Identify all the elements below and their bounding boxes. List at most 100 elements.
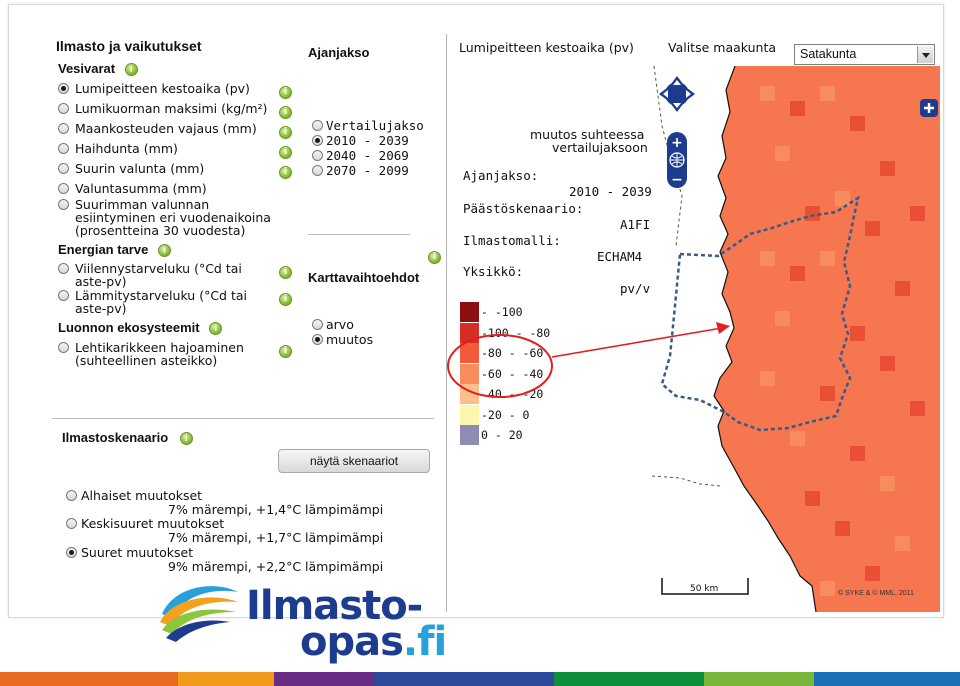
legend-label: -60 - -40 <box>481 366 544 381</box>
scenario-option-medium[interactable]: Keskisuuret muutokset <box>66 516 224 531</box>
map-option-label: arvo <box>326 317 354 332</box>
radio-icon[interactable] <box>58 342 69 353</box>
strip-segment <box>814 672 960 686</box>
region-select[interactable]: Satakunta <box>794 44 935 65</box>
radio-icon[interactable] <box>58 103 69 114</box>
option-label: Maankosteuden vajaus (mm) <box>75 121 257 136</box>
radio-icon[interactable] <box>312 135 323 146</box>
scenario-option-low[interactable]: Alhaiset muutokset <box>66 488 202 503</box>
scenario-desc: 7% märempi, +1,4°C lämpimämpi <box>168 502 384 517</box>
option-label: Viilennystarveluku (°Cd tai aste-pv) <box>75 261 242 289</box>
info-icon[interactable]: i <box>279 266 292 279</box>
zoom-control[interactable]: + − <box>667 132 687 188</box>
legend-item: -20 - 0 <box>460 404 529 425</box>
option-label: Lehtikarikkeen hajoaminen (suhteellinen … <box>75 340 244 368</box>
option-label: Lämmitystarveluku (°Cd tai aste-pv) <box>75 288 247 316</box>
legend-swatch <box>460 302 479 322</box>
info-icon[interactable]: i <box>279 86 292 99</box>
info-icon[interactable]: i <box>279 106 292 119</box>
info-icon[interactable]: i <box>279 293 292 306</box>
info-icon[interactable]: i <box>179 432 193 446</box>
period-option-label: 2070 - 2099 <box>326 163 409 178</box>
option-maankosteus[interactable]: Maankosteuden vajaus (mm) <box>58 122 257 135</box>
period-info-value: 2010 - 2039 <box>569 184 652 199</box>
unit-info-value: pv/v <box>620 281 651 296</box>
strip-segment <box>274 672 374 686</box>
option-label: Suurimman valunnan esiintyminen eri vuod… <box>75 197 271 238</box>
option-lammitys[interactable]: Lämmitystarveluku (°Cd tai aste-pv) <box>58 289 247 315</box>
strip-segment <box>178 672 274 686</box>
radio-icon[interactable] <box>58 143 69 154</box>
option-lumikuorma[interactable]: Lumikuorman maksimi (kg/m²) <box>58 102 267 115</box>
legend-swatch <box>460 322 479 343</box>
info-icon[interactable]: i <box>279 146 292 159</box>
scenario-desc: 9% märempi, +2,2°C lämpimämpi <box>168 559 384 574</box>
radio-icon[interactable] <box>312 120 323 131</box>
radio-icon[interactable] <box>58 83 69 94</box>
radio-icon[interactable] <box>66 547 77 558</box>
radio-icon[interactable] <box>66 490 77 501</box>
logo-text-domain: opas.fi <box>300 619 447 665</box>
section-heading-ekosysteemit: Luonnon ekosysteemit i <box>58 320 223 336</box>
info-icon[interactable]: i <box>124 63 138 77</box>
period-option-2010[interactable]: 2010 - 2039 <box>312 133 409 148</box>
radio-icon[interactable] <box>58 290 69 301</box>
info-icon[interactable]: i <box>279 166 292 179</box>
option-valuntasumma[interactable]: Valuntasumma (mm) <box>58 182 207 195</box>
scenario-label: Suuret muutokset <box>81 545 194 560</box>
info-icon[interactable]: i <box>279 345 292 358</box>
map-option-arvo[interactable]: arvo <box>312 317 354 332</box>
radio-icon[interactable] <box>312 319 323 330</box>
legend-item: - -100 <box>460 302 523 322</box>
info-icon[interactable]: i <box>157 244 171 258</box>
info-icon[interactable]: i <box>428 251 441 264</box>
radio-icon[interactable] <box>66 518 77 529</box>
option-haihdunta[interactable]: Haihdunta (mm) <box>58 142 178 155</box>
period-option-reference[interactable]: Vertailujakso <box>312 118 424 133</box>
page-title: Ilmasto ja vaikutukset <box>56 38 202 54</box>
pan-control[interactable] <box>659 76 695 112</box>
period-option-2070[interactable]: 2070 - 2099 <box>312 163 409 178</box>
info-icon[interactable]: i <box>279 126 292 139</box>
option-suurimman-valunnan[interactable]: Suurimman valunnan esiintyminen eri vuod… <box>58 198 271 237</box>
radio-icon[interactable] <box>312 334 323 345</box>
option-label: Haihdunta (mm) <box>75 141 178 156</box>
option-viilennys[interactable]: Viilennystarveluku (°Cd tai aste-pv) <box>58 262 242 288</box>
option-lumipeite[interactable]: Lumipeitteen kestoaika (pv) <box>58 82 250 95</box>
legend-label: 0 - 20 <box>481 428 523 442</box>
option-label: Valuntasumma (mm) <box>75 181 207 196</box>
map-option-muutos[interactable]: muutos <box>312 332 373 347</box>
period-option-label: Vertailujakso <box>326 118 424 133</box>
scale-label: 50 km <box>690 584 719 594</box>
panel-divider <box>446 34 447 612</box>
option-label: Lumipeitteen kestoaika (pv) <box>75 81 250 96</box>
option-suurin-valunta[interactable]: Suurin valunta (mm) <box>58 162 204 175</box>
radio-icon[interactable] <box>312 150 323 161</box>
period-info-label: Ajanjakso: <box>463 168 539 183</box>
period-option-label: 2040 - 2069 <box>326 148 409 163</box>
show-scenarios-button[interactable]: näytä skenaariot <box>278 449 430 473</box>
period-option-2040[interactable]: 2040 - 2069 <box>312 148 409 163</box>
map-navigation: + − <box>659 76 695 188</box>
chevron-down-icon[interactable] <box>917 46 933 63</box>
legend-swatch <box>460 425 479 445</box>
radio-icon[interactable] <box>58 163 69 174</box>
period-heading: Ajanjakso <box>308 45 370 60</box>
scenario-option-high[interactable]: Suuret muutokset <box>66 545 193 560</box>
radio-icon[interactable] <box>312 165 323 176</box>
radio-icon[interactable] <box>58 263 69 274</box>
svg-text:−: − <box>671 172 683 188</box>
radio-icon[interactable] <box>58 199 69 210</box>
model-info-value: ECHAM4 <box>597 249 643 264</box>
period-option-label: 2010 - 2039 <box>326 133 409 148</box>
legend-item: -60 - -40 <box>460 363 544 384</box>
radio-icon[interactable] <box>58 123 69 134</box>
scenario-heading: Ilmastoskenaario i <box>62 430 193 446</box>
option-lehtikarike[interactable]: Lehtikarikkeen hajoaminen (suhteellinen … <box>58 341 244 367</box>
layer-switcher-plus-icon[interactable] <box>919 98 939 118</box>
legend-item: -40 - -20 <box>460 384 543 404</box>
radio-icon[interactable] <box>58 183 69 194</box>
info-icon[interactable]: i <box>209 322 223 336</box>
map-options-heading: Karttavaihtoehdot <box>308 270 420 285</box>
option-label: Suurin valunta (mm) <box>75 161 205 176</box>
